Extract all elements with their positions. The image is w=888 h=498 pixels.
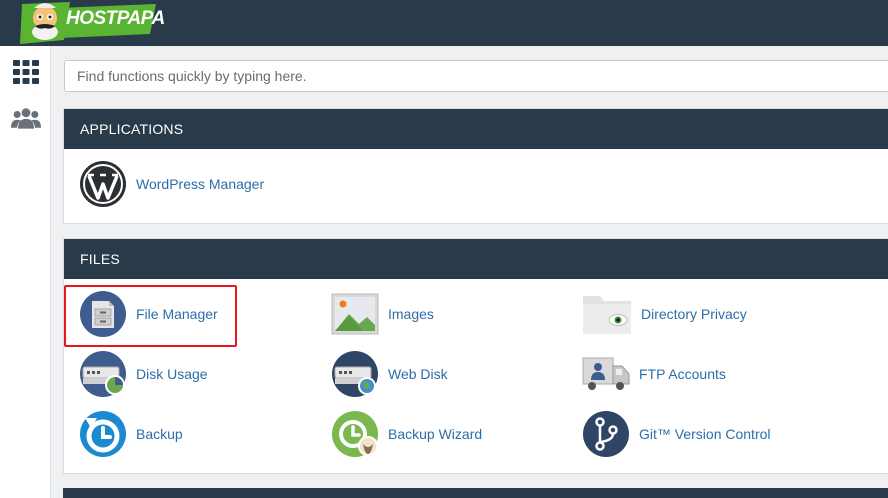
files-panel: FILES File Manager Images Directory Priv… (63, 238, 888, 474)
backup-wizard-link[interactable]: Backup Wizard (331, 409, 482, 459)
disk-usage-label: Disk Usage (136, 366, 208, 382)
backup-label: Backup (136, 426, 183, 442)
folder-eye-icon (583, 296, 631, 334)
grid-icon[interactable] (11, 58, 41, 86)
wordpress-manager-label: WordPress Manager (136, 176, 265, 192)
backup-icon (80, 411, 126, 457)
file-manager-link[interactable]: File Manager (79, 289, 218, 339)
applications-heading: APPLICATIONS (64, 109, 888, 149)
web-disk-link[interactable]: Web Disk (331, 349, 448, 399)
wordpress-manager-link[interactable]: WordPress Manager (79, 159, 264, 209)
backup-wizard-icon (332, 411, 378, 457)
applications-panel: APPLICATIONS WordPress Manager (63, 108, 888, 224)
images-link[interactable]: Images (331, 289, 434, 339)
top-bar: HOSTPAPA (0, 0, 888, 46)
images-label: Images (388, 306, 434, 322)
git-version-control-link[interactable]: Git™ Version Control (582, 409, 771, 459)
web-disk-label: Web Disk (388, 366, 448, 382)
web-disk-icon (332, 351, 378, 397)
directory-privacy-label: Directory Privacy (641, 306, 747, 322)
ftp-truck-icon (582, 357, 630, 390)
images-icon (331, 293, 379, 335)
hostpapa-logo[interactable]: HOSTPAPA (18, 0, 165, 46)
disk-usage-link[interactable]: Disk Usage (79, 349, 208, 399)
ftp-accounts-link[interactable]: FTP Accounts (582, 349, 726, 399)
backup-link[interactable]: Backup (79, 409, 183, 459)
file-manager-label: File Manager (136, 306, 218, 322)
search-input[interactable] (64, 60, 888, 92)
backup-wizard-label: Backup Wizard (388, 426, 483, 442)
directory-privacy-link[interactable]: Directory Privacy (582, 289, 747, 339)
ftp-accounts-label: FTP Accounts (639, 366, 726, 382)
git-version-control-label: Git™ Version Control (639, 426, 771, 442)
sidebar (0, 46, 51, 498)
users-icon[interactable] (11, 104, 41, 132)
next-panel-header (63, 488, 888, 498)
git-branch-icon (583, 411, 629, 457)
disk-usage-icon (80, 351, 126, 397)
brand-name: HOSTPAPA (66, 8, 165, 29)
file-manager-icon (80, 291, 126, 337)
files-heading: FILES (64, 239, 888, 279)
wordpress-icon (80, 161, 126, 207)
